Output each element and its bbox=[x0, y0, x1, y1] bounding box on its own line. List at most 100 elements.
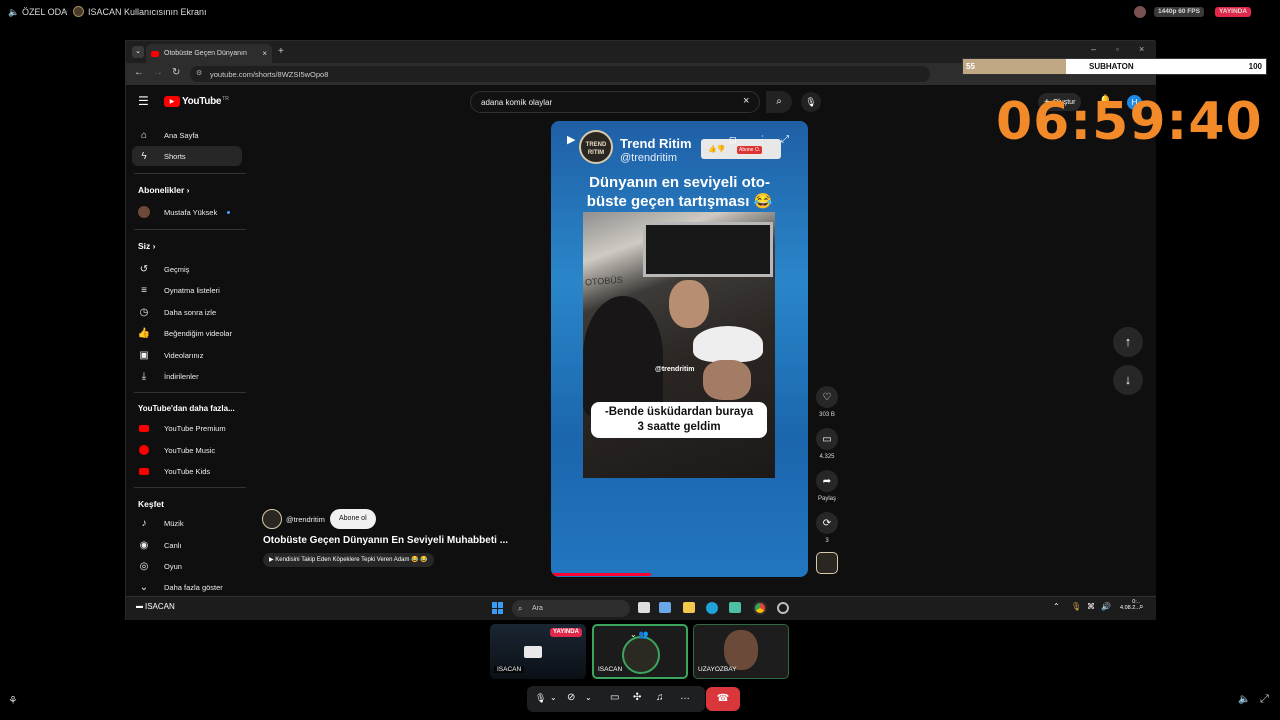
more-vert-icon[interactable]: ⋮ bbox=[758, 134, 767, 145]
gamepad-icon: ◎ bbox=[139, 560, 149, 572]
sidebar-item-label: Videolarınız bbox=[164, 350, 204, 360]
mic-tray-icon[interactable]: 🎙 bbox=[1071, 602, 1081, 611]
edge-icon[interactable] bbox=[706, 602, 718, 614]
participant-tile-uzayozbay[interactable]: UZAYOZBAY bbox=[693, 624, 789, 679]
store-icon[interactable] bbox=[729, 602, 741, 613]
site-info-icon[interactable]: ⚙ bbox=[196, 69, 202, 77]
subscriptions-header[interactable]: Abonelikler › bbox=[138, 185, 190, 195]
you-header[interactable]: Siz › bbox=[138, 241, 156, 251]
leave-call-button[interactable]: ☎ bbox=[706, 687, 740, 711]
sidebar-item-gaming[interactable]: ◎ Oyun bbox=[132, 556, 242, 576]
more-icon[interactable]: … bbox=[680, 691, 690, 702]
sidebar-item-liked[interactable]: 👍 Beğendiğim videolar bbox=[132, 323, 242, 343]
search-input[interactable]: adana komik olaylar × bbox=[470, 91, 760, 113]
subscribe-button[interactable]: Abone ol bbox=[330, 509, 376, 529]
active-tab[interactable]: Otobüste Geçen Dünyanın × bbox=[146, 44, 272, 63]
tab-close-icon[interactable]: × bbox=[262, 49, 267, 58]
fullscreen-icon[interactable]: ⤢ bbox=[1260, 693, 1269, 706]
meta-channel-handle[interactable]: @trendritim bbox=[286, 515, 325, 524]
mic-icon[interactable]: 🎙 bbox=[535, 693, 546, 704]
back-icon[interactable]: ← bbox=[134, 67, 144, 78]
remix-button[interactable]: ⟳ bbox=[816, 512, 838, 534]
invite-icon[interactable]: ⚘ bbox=[8, 694, 18, 707]
progress-bar[interactable] bbox=[551, 573, 651, 576]
channel-thumbnail[interactable] bbox=[816, 552, 838, 574]
stream-volume-icon[interactable]: 🔈 bbox=[1238, 694, 1250, 705]
participant-options-icon[interactable]: ⌄ 👥 bbox=[630, 630, 649, 639]
sidebar-item-label: Müzik bbox=[164, 518, 184, 528]
sidebar-item-live[interactable]: ◉ Canlı bbox=[132, 535, 242, 555]
tray-chevron-icon[interactable]: ⌃ bbox=[1053, 602, 1060, 611]
live-badge: YAYINDA bbox=[550, 628, 582, 637]
notification-center-icon[interactable]: ⌕ bbox=[1139, 602, 1143, 612]
mini-subscribe-popup[interactable]: 👍👎 Abone O. bbox=[701, 139, 781, 159]
reload-icon[interactable]: ↻ bbox=[172, 67, 180, 78]
subathon-bar: 55 SUBHATON 100 bbox=[962, 58, 1267, 75]
participant-avatar bbox=[724, 630, 758, 670]
clock-date: 4.08.2... bbox=[1120, 605, 1140, 611]
new-tab-icon[interactable]: + bbox=[278, 46, 284, 57]
task-view-icon[interactable] bbox=[638, 602, 650, 613]
chevron-down-icon: ⌄ bbox=[139, 581, 149, 593]
related-video-chip[interactable]: ▶ Kendisini Takip Eden Köpeklere Tepki V… bbox=[263, 553, 434, 567]
sidebar-item-channel[interactable]: Mustafa Yüksek bbox=[132, 202, 242, 222]
maximize-icon[interactable]: ▫ bbox=[1116, 45, 1119, 54]
clear-search-icon[interactable]: × bbox=[743, 95, 749, 107]
play-icon[interactable]: ▶ bbox=[567, 133, 575, 146]
sidebar-item-home[interactable]: ⌂ Ana Sayfa bbox=[132, 125, 242, 145]
app-icon[interactable] bbox=[777, 602, 789, 614]
tab-search-icon[interactable]: ⌄ bbox=[132, 46, 144, 58]
short-title[interactable]: Otobüste Geçen Dünyanın En Seviyeli Muha… bbox=[263, 535, 508, 546]
share-button[interactable]: ➦ bbox=[816, 470, 838, 492]
close-window-icon[interactable]: × bbox=[1139, 44, 1144, 54]
separator-dot: • bbox=[64, 7, 68, 17]
sidebar-item-music-category[interactable]: ♪ Müzik bbox=[132, 513, 242, 533]
activities-icon[interactable]: ✣ bbox=[633, 692, 641, 703]
chevron-down-icon[interactable]: ⌄ bbox=[585, 693, 592, 702]
soundboard-icon[interactable]: ♫ bbox=[656, 692, 664, 703]
sidebar-item-history[interactable]: ↺ Geçmiş bbox=[132, 259, 242, 279]
sidebar-item-premium[interactable]: YouTube Premium bbox=[132, 418, 242, 438]
like-button[interactable]: ♡ bbox=[816, 386, 838, 408]
share-screen-icon[interactable]: ▭ bbox=[610, 692, 619, 703]
windows-start-icon[interactable] bbox=[492, 602, 504, 614]
chrome-icon[interactable] bbox=[753, 601, 767, 615]
sidebar-item-playlists[interactable]: ≡ Oynatma listeleri bbox=[132, 280, 242, 300]
volume-icon[interactable]: 🔊 bbox=[1101, 602, 1111, 611]
search-icon[interactable]: ⌕ bbox=[766, 91, 792, 113]
subathon-fill bbox=[963, 59, 1066, 74]
network-icon[interactable]: ⌘ bbox=[1087, 602, 1095, 611]
sidebar-item-downloads[interactable]: ⤓ İndirilenler bbox=[132, 366, 242, 386]
participant-tile-stream[interactable]: YAYINDA ISACAN bbox=[490, 624, 586, 679]
participant-tile-isacan[interactable]: ⌄ 👥 ISACAN bbox=[592, 624, 688, 679]
widgets-icon[interactable] bbox=[659, 602, 671, 613]
sidebar-item-show-more[interactable]: ⌄ Daha fazla göster bbox=[132, 577, 242, 597]
minimize-icon[interactable]: – bbox=[1091, 44, 1096, 54]
previous-short-button[interactable]: ↑ bbox=[1113, 327, 1143, 357]
chevron-right-icon: › bbox=[152, 241, 156, 251]
sidebar-item-watch-later[interactable]: ◷ Daha sonra izle bbox=[132, 302, 242, 322]
sidebar-item-shorts[interactable]: ϟ Shorts bbox=[132, 146, 242, 166]
clock[interactable]: 0:.. 4.08.2... bbox=[1120, 599, 1140, 611]
youtube-premium-icon bbox=[138, 422, 150, 434]
captions-icon[interactable]: ⊡ bbox=[729, 135, 737, 146]
youtube-favicon-icon bbox=[151, 50, 159, 57]
sidebar-item-your-videos[interactable]: ▣ Videolarınız bbox=[132, 345, 242, 365]
camera-off-icon[interactable]: ⊘ bbox=[567, 692, 575, 703]
fullscreen-icon[interactable]: ⤢ bbox=[781, 134, 789, 145]
sidebar-item-kids[interactable]: YouTube Kids bbox=[132, 461, 242, 481]
file-explorer-icon[interactable] bbox=[683, 602, 695, 613]
chevron-down-icon[interactable]: ⌄ bbox=[550, 693, 557, 702]
taskbar-search-input[interactable]: ⌕ Ara bbox=[512, 600, 630, 617]
comment-button[interactable]: ▭ bbox=[816, 428, 838, 450]
mic-icon[interactable]: 🎙 bbox=[801, 92, 821, 112]
shorts-player[interactable]: ▶ TREND RITIM Trend Ritim @trendritim 👍👎… bbox=[551, 121, 808, 577]
url-input[interactable]: ⚙ youtube.com/shorts/8WZSI5wOpo8 bbox=[190, 66, 930, 82]
meta-channel-avatar[interactable] bbox=[262, 509, 282, 529]
sidebar-item-music[interactable]: YouTube Music bbox=[132, 440, 242, 460]
short-channel-handle: @trendritim bbox=[620, 152, 678, 164]
channel-logo[interactable]: TREND RITIM bbox=[579, 130, 613, 164]
next-short-button[interactable]: ↓ bbox=[1113, 365, 1143, 395]
viewer-avatar[interactable] bbox=[1134, 6, 1146, 18]
forward-icon[interactable]: → bbox=[153, 67, 163, 78]
